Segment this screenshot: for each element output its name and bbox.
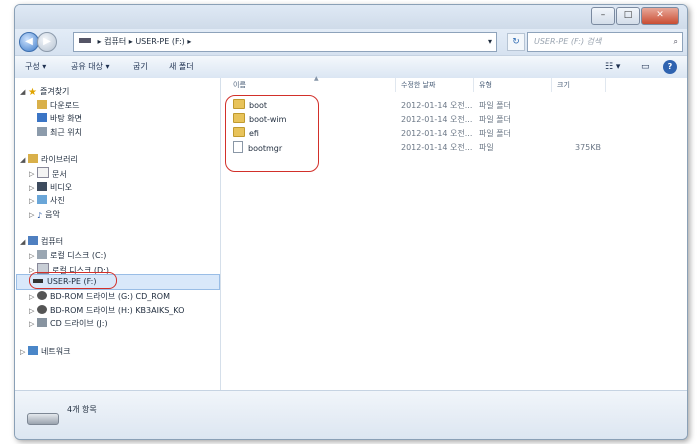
pictures-icon [37,195,47,204]
navigation-bar: ◀ ▶ ▸ 컴퓨터 ▸ USER-PE (F:) ▸ ▾ ↻ USER-PE (… [15,29,687,55]
nav-network[interactable]: 네트워크 [28,345,70,358]
sort-arrow-icon: ▲ [314,75,319,82]
network-icon [28,346,38,355]
downloads-icon [37,100,47,109]
preview-pane-icon[interactable]: ▭ [641,56,650,78]
details-pane: 4개 항목 [15,390,687,439]
collapse-arrow-icon[interactable]: ▷ [29,293,34,301]
hard-drive-icon [37,250,47,259]
collapse-arrow-icon[interactable]: ▷ [29,211,34,219]
column-type[interactable]: 유형 [479,78,492,92]
column-name[interactable]: 이름 [233,78,246,92]
address-bar[interactable]: ▸ 컴퓨터 ▸ USER-PE (F:) ▸ ▾ [73,32,497,52]
search-icon[interactable]: ⌕ [674,33,678,51]
minimize-button[interactable]: – [591,7,615,25]
nav-computer[interactable]: 컴퓨터 [28,235,63,248]
close-button[interactable]: ✕ [641,7,679,25]
disc-drive-icon [37,291,47,300]
share-button[interactable]: 공유 대상 ▾ [71,56,110,78]
collapse-arrow-icon[interactable]: ▷ [29,170,34,178]
collapse-arrow-icon[interactable]: ▷ [29,307,34,315]
burn-button[interactable]: 굽기 [133,56,148,78]
music-icon: ♪ [37,211,43,220]
collapse-arrow-icon[interactable]: ▷ [29,252,34,260]
back-button[interactable]: ◀ [19,32,39,52]
item-count: 4개 항목 [67,405,97,414]
disc-drive-icon [37,305,47,314]
nav-cd-drive-j[interactable]: CD 드라이브 (J:) [37,317,108,330]
breadcrumb-computer[interactable]: 컴퓨터 [104,37,126,46]
navigation-pane: ◢ ★ 즐겨찾기 다운로드 바탕 화면 최근 위치 ◢ 라이브러리 ▷ 문서 ▷ … [15,78,221,390]
nav-pictures[interactable]: 사진 [37,194,65,207]
computer-icon [28,236,38,245]
usb-drive-icon [27,413,59,425]
explorer-window: – □ ✕ ◀ ▶ ▸ 컴퓨터 ▸ USER-PE (F:) ▸ ▾ ↻ USE… [14,4,688,440]
nav-downloads[interactable]: 다운로드 [37,99,79,112]
annotation-circle [29,272,117,289]
drive-icon [79,38,91,43]
column-date[interactable]: 수정한 날짜 [401,78,435,92]
nav-desktop[interactable]: 바탕 화면 [37,112,82,125]
nav-bd-rom-g[interactable]: BD-ROM 드라이브 (G:) CD_ROM [37,290,170,303]
help-icon[interactable]: ? [663,60,677,74]
expand-arrow-icon[interactable]: ◢ [20,88,25,96]
organize-button[interactable]: 구성 ▾ [25,56,46,78]
collapse-arrow-icon[interactable]: ▷ [29,184,34,192]
maximize-button[interactable]: □ [616,7,640,25]
desktop-icon [37,113,47,122]
nav-bd-rom-h[interactable]: BD-ROM 드라이브 (H:) KB3AIKS_KO [37,304,184,317]
nav-libraries[interactable]: 라이브러리 [28,153,78,166]
view-options-icon[interactable]: ☷ ▾ [605,56,620,78]
nav-music[interactable]: ♪ 음악 [37,208,60,221]
forward-button[interactable]: ▶ [37,32,57,52]
expand-arrow-icon[interactable]: ◢ [20,156,25,164]
expand-arrow-icon[interactable]: ◢ [20,238,25,246]
nav-recent[interactable]: 최근 위치 [37,126,82,139]
videos-icon [37,182,47,191]
column-size[interactable]: 크기 [557,78,570,92]
command-bar: 구성 ▾ 공유 대상 ▾ 굽기 새 폴더 ☷ ▾ ▭ ? [15,55,687,79]
breadcrumb-separator: ▸ [187,37,192,46]
recent-places-icon [37,127,47,136]
title-bar: – □ ✕ [15,5,687,29]
collapse-arrow-icon[interactable]: ▷ [29,320,34,328]
refresh-button[interactable]: ↻ [507,33,525,51]
nav-videos[interactable]: 비디오 [37,181,72,194]
star-icon: ★ [28,87,37,98]
address-dropdown-icon[interactable]: ▾ [488,33,492,51]
cd-drive-icon [37,318,47,327]
nav-favorites[interactable]: ★ 즐겨찾기 [28,85,69,98]
file-list: ▲ 이름 수정한 날짜 유형 크기 boot 2012-01-14 오전... … [221,75,687,390]
new-folder-button[interactable]: 새 폴더 [169,56,194,78]
annotation-circle [225,95,319,172]
nav-documents[interactable]: 문서 [37,167,67,180]
libraries-icon [28,154,38,163]
collapse-arrow-icon[interactable]: ▷ [29,197,34,205]
breadcrumb-drive[interactable]: USER-PE (F:) [135,37,184,46]
collapse-arrow-icon[interactable]: ▷ [20,348,25,356]
nav-local-disk-c[interactable]: 로컬 디스크 (C:) [37,249,106,262]
search-input[interactable]: USER-PE (F:) 검색 ⌕ [527,32,683,52]
documents-icon [37,167,49,178]
